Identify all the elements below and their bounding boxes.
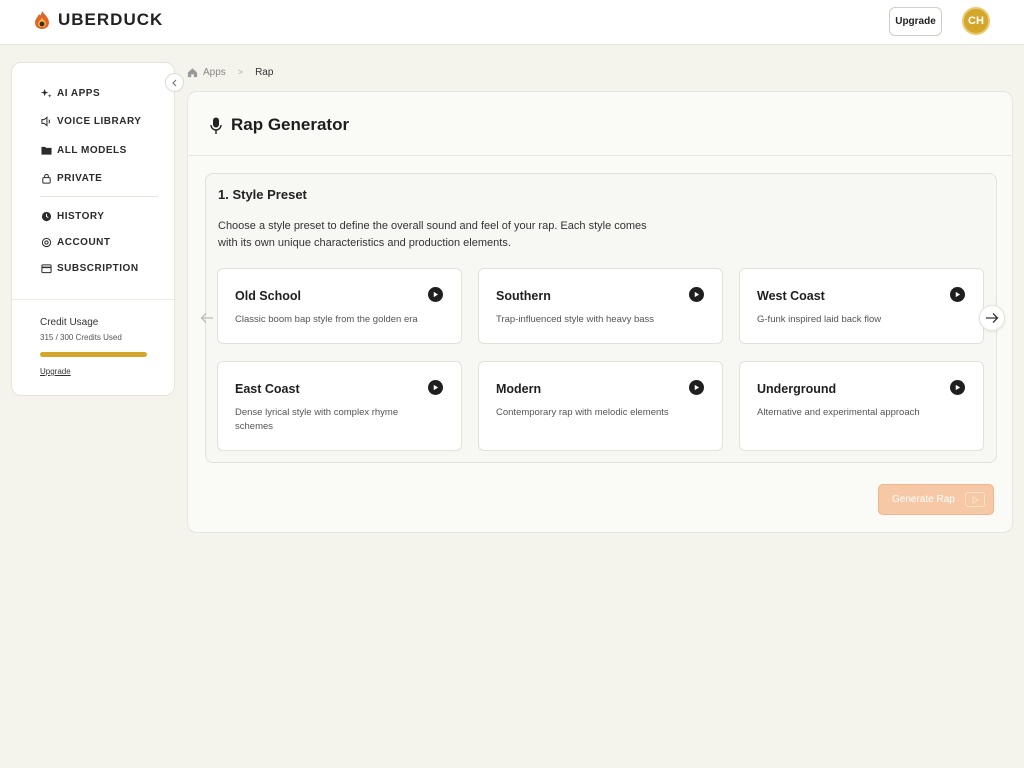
folder-icon [40, 144, 52, 156]
preset-name: Underground [757, 382, 837, 396]
sidebar-item-label: PRIVATE [57, 172, 103, 184]
preset-name: West Coast [757, 289, 825, 303]
preset-name: East Coast [235, 382, 300, 396]
sidebar: Credit Usage 315 / 300 Credits Used Upgr… [11, 62, 175, 396]
section-title: 1. Style Preset [218, 187, 307, 202]
preset-card-underground[interactable]: Underground Alternative and experimental… [739, 361, 984, 451]
carousel-next-button[interactable] [979, 305, 1005, 331]
gear-icon [40, 236, 52, 248]
play-icon[interactable] [428, 380, 443, 395]
sidebar-item-all-models[interactable]: ALL MODELS [40, 142, 127, 158]
carousel-prev-button[interactable] [194, 305, 220, 331]
sidebar-divider [40, 196, 158, 197]
sidebar-item-label: HISTORY [57, 210, 105, 222]
preset-description: Contemporary rap with melodic elements [496, 407, 669, 418]
upgrade-button[interactable]: Upgrade [889, 7, 942, 36]
play-icon[interactable] [689, 287, 704, 302]
play-icon[interactable] [950, 380, 965, 395]
sparkles-icon [40, 87, 52, 99]
sidebar-item-private[interactable]: PRIVATE [40, 170, 102, 186]
play-icon[interactable] [428, 287, 443, 302]
sidebar-item-label: ALL MODELS [57, 144, 127, 156]
credit-usage-count: 315 / 300 Credits Used [40, 333, 122, 342]
sidebar-item-voice-library[interactable]: VOICE LIBRARY [40, 113, 141, 129]
sidebar-item-label: VOICE LIBRARY [57, 115, 142, 127]
preset-card-west-coast[interactable]: West Coast G-funk inspired laid back flo… [739, 268, 984, 344]
page-title: Rap Generator [231, 115, 350, 134]
preset-name: Old School [235, 289, 301, 303]
breadcrumb-separator: > [237, 67, 244, 77]
preset-card-east-coast[interactable]: East Coast Dense lyrical style with comp… [217, 361, 462, 451]
generate-label: Generate Rap [892, 494, 955, 505]
arrow-right-icon [986, 313, 999, 323]
credit-usage-bar [40, 352, 147, 357]
lock-icon [40, 172, 52, 184]
preset-name: Southern [496, 289, 551, 303]
preset-name: Modern [496, 382, 542, 396]
play-outline-icon [965, 492, 985, 507]
breadcrumb: Apps > Rap [187, 65, 273, 79]
credit-usage-fill [40, 352, 147, 357]
brand-logo[interactable]: UBERDUCK [32, 10, 163, 30]
preset-description: Trap-influenced style with heavy bass [496, 314, 655, 325]
preset-description: G-funk inspired laid back flow [757, 314, 882, 325]
credit-upgrade-link[interactable]: Upgrade [40, 367, 71, 376]
user-avatar[interactable]: CH [962, 7, 990, 35]
sidebar-item-label: ACCOUNT [57, 236, 111, 248]
sidebar-item-history[interactable]: HISTORY [40, 208, 104, 224]
play-icon[interactable] [689, 380, 704, 395]
arrow-left-icon [200, 313, 213, 323]
home-icon[interactable] [187, 67, 198, 78]
generate-rap-button[interactable]: Generate Rap [878, 484, 994, 515]
main-header: Rap Generator [188, 92, 1012, 156]
preset-card-southern[interactable]: Southern Trap-influenced style with heav… [478, 268, 723, 344]
preset-card-modern[interactable]: Modern Contemporary rap with melodic ele… [478, 361, 723, 451]
sidebar-separator [12, 299, 174, 300]
breadcrumb-apps[interactable]: Apps [203, 67, 226, 78]
section-description: Choose a style preset to define the over… [218, 220, 647, 249]
speaker-icon [40, 115, 52, 127]
brand-name: UBERDUCK [58, 10, 164, 29]
play-icon[interactable] [950, 287, 965, 302]
clock-icon [40, 210, 52, 222]
sidebar-item-subscription[interactable]: SUBSCRIPTION [40, 260, 139, 276]
top-bar: UBERDUCK Upgrade CH [0, 0, 1024, 45]
sidebar-item-label: SUBSCRIPTION [57, 262, 139, 274]
chevron-left-icon [171, 79, 176, 86]
sidebar-collapse-button[interactable] [165, 73, 184, 92]
preset-description: Alternative and experimental approach [757, 407, 920, 418]
flame-duck-logo-icon [32, 10, 52, 30]
credit-usage-title: Credit Usage [40, 317, 99, 328]
card-icon [40, 262, 52, 274]
preset-card-old-school[interactable]: Old School Classic boom bap style from t… [217, 268, 462, 344]
sidebar-item-label: AI APPS [57, 87, 101, 99]
main-panel: Rap Generator 1. Style Preset Choose a s… [187, 91, 1013, 533]
style-preset-section: 1. Style Preset Choose a style preset to… [205, 173, 997, 463]
breadcrumb-current: Rap [255, 66, 274, 78]
microphone-icon [210, 117, 222, 135]
preset-description: Classic boom bap style from the golden e… [235, 314, 418, 325]
preset-description: Dense lyrical style with complex rhyme s… [235, 407, 399, 432]
sidebar-item-account[interactable]: ACCOUNT [40, 234, 111, 250]
sidebar-item-ai-apps[interactable]: AI APPS [40, 85, 100, 101]
